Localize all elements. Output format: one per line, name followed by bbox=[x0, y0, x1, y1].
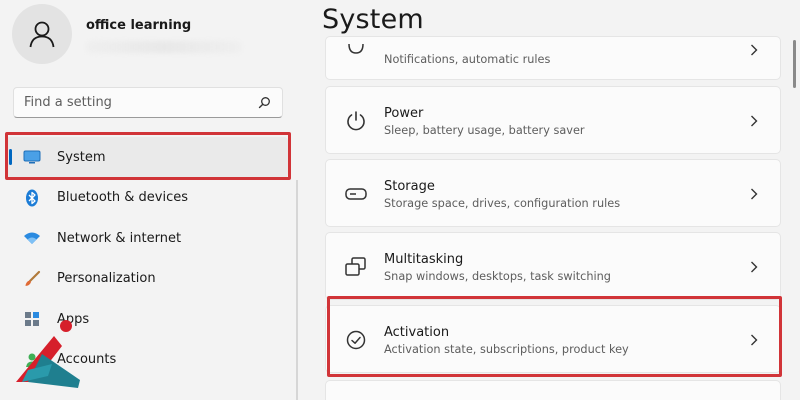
system-icon bbox=[23, 148, 41, 166]
settings-card-notifications[interactable]: Notifications, automatic rules bbox=[325, 36, 781, 80]
multitasking-icon bbox=[344, 255, 368, 279]
main-scrollbar[interactable] bbox=[793, 40, 796, 88]
brand-logo-icon bbox=[16, 320, 80, 388]
wifi-icon bbox=[23, 229, 41, 247]
card-subtitle: Sleep, battery usage, battery saver bbox=[384, 124, 585, 137]
search-input[interactable] bbox=[24, 95, 256, 110]
page-title: System bbox=[322, 4, 424, 35]
card-title: Multitasking bbox=[384, 252, 464, 267]
storage-icon bbox=[344, 182, 368, 206]
brush-icon bbox=[23, 270, 41, 288]
card-subtitle: Activation state, subscriptions, product… bbox=[384, 343, 629, 356]
avatar[interactable] bbox=[12, 4, 72, 64]
sidebar-item-label: Network & internet bbox=[57, 230, 182, 246]
chevron-right-icon bbox=[748, 114, 760, 128]
sidebar-item-label: System bbox=[57, 149, 106, 165]
card-subtitle: Notifications, automatic rules bbox=[384, 53, 551, 66]
sidebar-item-personalization[interactable]: Personalization bbox=[0, 259, 296, 300]
card-subtitle: Storage space, drives, configuration rul… bbox=[384, 197, 621, 210]
profile-email-redacted bbox=[86, 41, 242, 53]
search-box[interactable] bbox=[13, 87, 283, 118]
power-icon bbox=[344, 109, 368, 133]
card-subtitle: Snap windows, desktops, task switching bbox=[384, 270, 611, 283]
activation-icon bbox=[344, 328, 368, 352]
sidebar-item-bluetooth[interactable]: Bluetooth & devices bbox=[0, 178, 296, 219]
card-title: Activation bbox=[384, 325, 450, 340]
profile-name: office learning bbox=[86, 18, 192, 33]
person-icon bbox=[29, 21, 55, 48]
chevron-right-icon bbox=[748, 187, 760, 201]
settings-card-multitasking[interactable]: Multitasking Snap windows, desktops, tas… bbox=[325, 232, 781, 300]
settings-card-storage[interactable]: Storage Storage space, drives, configura… bbox=[325, 159, 781, 227]
sidebar-item-system[interactable]: System bbox=[6, 137, 288, 178]
main-content: System Notifications, automatic rules Po… bbox=[298, 0, 800, 400]
chevron-right-icon bbox=[748, 260, 760, 274]
settings-card-power[interactable]: Power Sleep, battery usage, battery save… bbox=[325, 86, 781, 154]
sidebar-item-label: Personalization bbox=[57, 271, 156, 287]
user-profile[interactable]: office learning bbox=[12, 4, 292, 64]
search-icon[interactable] bbox=[256, 95, 272, 111]
sidebar-item-network[interactable]: Network & internet bbox=[0, 218, 296, 259]
card-title: Storage bbox=[384, 179, 435, 194]
bluetooth-icon bbox=[23, 189, 41, 207]
notifications-icon bbox=[344, 39, 368, 63]
sidebar-item-label: Bluetooth & devices bbox=[57, 190, 188, 206]
settings-card-partial[interactable] bbox=[325, 380, 781, 400]
settings-card-activation[interactable]: Activation Activation state, subscriptio… bbox=[325, 305, 781, 373]
card-title: Power bbox=[384, 106, 424, 121]
chevron-right-icon bbox=[748, 333, 760, 347]
chevron-right-icon bbox=[748, 43, 760, 57]
selection-indicator bbox=[9, 149, 12, 165]
